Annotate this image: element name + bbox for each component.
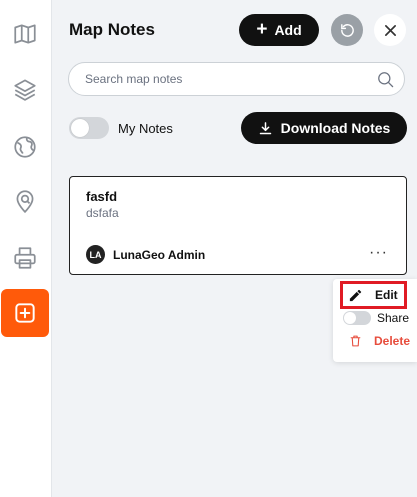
rail-item-globe[interactable] — [1, 123, 49, 171]
pencil-icon — [349, 289, 362, 301]
plus-icon: + — [256, 18, 268, 40]
note-author: LA LunaGeo Admin — [86, 245, 205, 264]
search-box — [68, 62, 405, 96]
add-note-icon — [15, 303, 35, 323]
toggle-knob — [71, 119, 89, 137]
map-icon — [14, 24, 36, 44]
edit-label: Edit — [375, 288, 398, 302]
note-description: dsfafa — [86, 206, 119, 220]
download-button-label: Download Notes — [280, 120, 391, 136]
close-button[interactable] — [374, 14, 406, 46]
rail-item-print[interactable] — [1, 234, 49, 282]
share-toggle[interactable] — [343, 311, 371, 325]
more-options-button[interactable]: ··· — [369, 245, 388, 261]
globe-icon — [14, 136, 36, 158]
layers-icon — [14, 79, 36, 101]
rail-item-map-notes[interactable] — [1, 289, 49, 337]
delete-label: Delete — [374, 334, 411, 348]
my-notes-filter: My Notes — [69, 117, 173, 139]
map-notes-panel: Map Notes + Add My Notes Download Notes … — [52, 0, 417, 497]
trash-icon — [350, 335, 361, 347]
delete-menu-item[interactable]: Delete — [349, 334, 410, 348]
refresh-button[interactable] — [331, 14, 363, 46]
close-icon — [384, 24, 396, 36]
note-card[interactable]: fasfd dsfafa LA LunaGeo Admin ··· — [69, 176, 407, 275]
share-label: Share — [377, 311, 410, 325]
printer-icon — [14, 247, 36, 269]
location-search-icon — [16, 190, 34, 214]
page-title: Map Notes — [69, 20, 155, 39]
edit-menu-item[interactable]: Edit — [340, 281, 407, 309]
share-menu-item[interactable]: Share — [343, 311, 409, 325]
toggle-knob — [344, 312, 356, 324]
avatar: LA — [86, 245, 105, 264]
search-icon[interactable] — [376, 70, 395, 89]
note-context-menu: Edit Share Delete — [333, 279, 417, 362]
my-notes-toggle[interactable] — [69, 117, 109, 139]
rail-item-location-search[interactable] — [1, 177, 49, 225]
sidebar-rail — [0, 0, 52, 497]
download-icon — [259, 121, 271, 134]
download-notes-button[interactable]: Download Notes — [241, 112, 407, 144]
my-notes-label: My Notes — [118, 120, 173, 136]
author-name: LunaGeo Admin — [113, 247, 206, 262]
search-input[interactable] — [85, 63, 365, 95]
add-note-button[interactable]: + Add — [239, 14, 319, 46]
rail-item-layers[interactable] — [1, 65, 49, 113]
note-title: fasfd — [86, 189, 118, 204]
refresh-icon — [340, 23, 354, 37]
add-button-label: Add — [274, 22, 302, 38]
rail-item-map[interactable] — [1, 10, 49, 58]
